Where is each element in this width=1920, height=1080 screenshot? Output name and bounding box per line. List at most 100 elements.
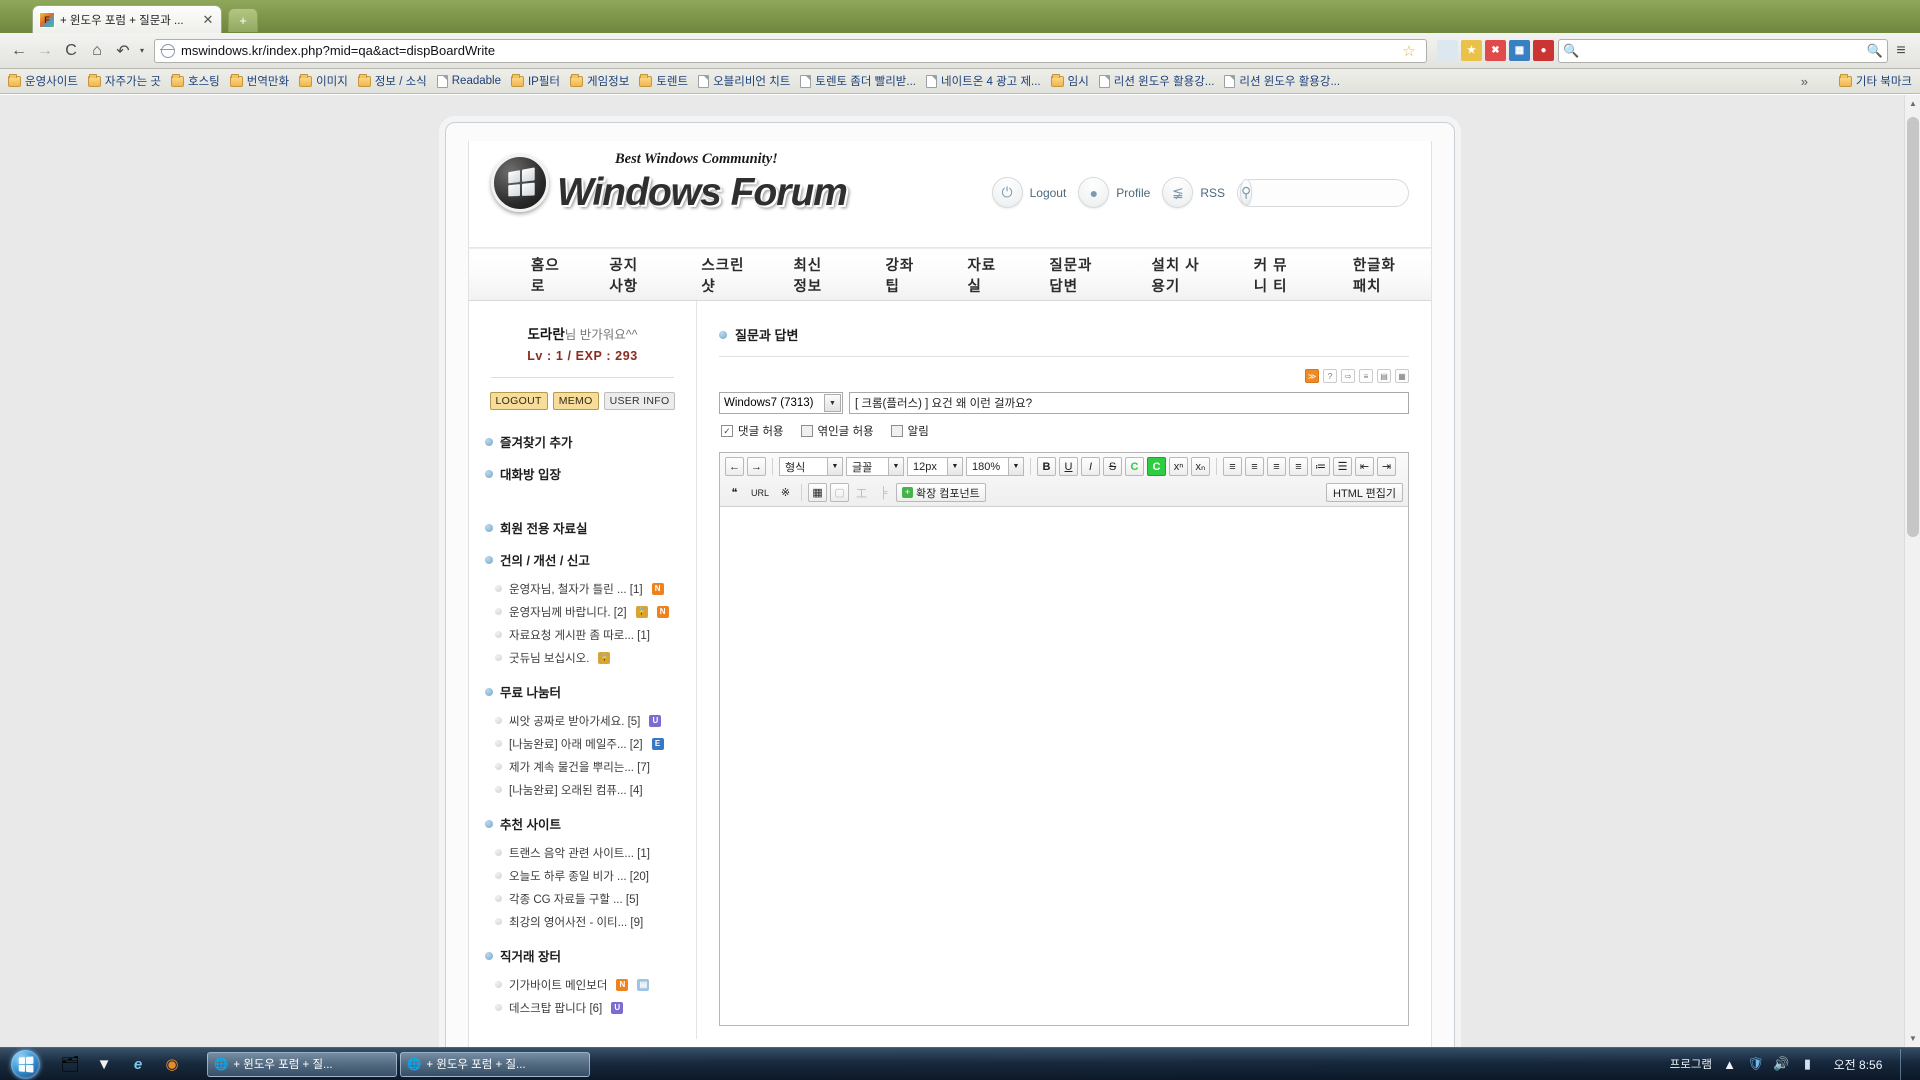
explorer-icon[interactable]: 🗂 (59, 1053, 81, 1075)
unordered-list-icon[interactable]: ☰ (1333, 457, 1352, 476)
chevron-down-icon[interactable]: ▼ (824, 394, 841, 412)
nav-item-community[interactable]: 커 뮤 니 티 (1230, 254, 1329, 296)
align-justify-icon[interactable]: ≡ (1289, 457, 1308, 476)
bookmark-item[interactable]: 리션 윈도우 활용강... (1220, 71, 1346, 91)
site-search-input[interactable] (1252, 184, 1418, 201)
line-height-select[interactable]: 180% ▼ (966, 457, 1024, 476)
chevron-down-icon[interactable]: ▼ (827, 458, 842, 475)
blockquote-icon[interactable]: ❝ (725, 483, 744, 502)
extension-star-icon[interactable]: ★ (1461, 40, 1482, 61)
format-select[interactable]: 형식 ▼ (779, 457, 843, 476)
list-item[interactable]: 오늘도 하루 종일 비가 ... [20] (483, 864, 682, 887)
scroll-up-icon[interactable]: ▲ (1905, 95, 1920, 112)
firefox-icon[interactable]: ◉ (161, 1053, 183, 1075)
list-item[interactable]: 각종 CG 자료들 구할 ... [5] (483, 887, 682, 910)
nav-item-news[interactable]: 최신 정보 (769, 254, 861, 296)
forward-icon[interactable]: → (32, 38, 58, 64)
nav-item-notice[interactable]: 공지 사항 (585, 254, 677, 296)
volume-icon[interactable]: 🔊 (1773, 1056, 1790, 1073)
sidebar-section-title[interactable]: 건의 / 개선 / 신고 (485, 550, 682, 569)
list-item[interactable]: 기가바이트 메인보더 N ▤ (483, 973, 682, 996)
logout-action[interactable]: ⏻ Logout (991, 177, 1066, 208)
extension-red-icon[interactable]: ● (1533, 40, 1554, 61)
list-item[interactable]: 데스크탑 팝니다 [6] U (483, 996, 682, 1019)
browser-menu-icon[interactable]: ≡ (1888, 38, 1914, 64)
list-item[interactable]: 제가 계속 물건을 뿌리는... [7] (483, 755, 682, 778)
bookmark-item[interactable]: 임시 (1047, 71, 1095, 91)
list-item[interactable]: 씨앗 공짜로 받아가세요. [5] U (483, 709, 682, 732)
show-desktop-button[interactable] (1900, 1048, 1912, 1080)
bold-icon[interactable]: B (1037, 457, 1056, 476)
unknown-app-icon[interactable]: ▼ (93, 1053, 115, 1075)
superscript-icon[interactable]: xⁿ (1169, 457, 1188, 476)
html-editor-button[interactable]: HTML 편집기 (1326, 483, 1403, 502)
close-icon[interactable]: ✕ (201, 12, 215, 28)
list-view-icon[interactable]: ≡ (1359, 369, 1373, 383)
taskbar-window-button[interactable]: 🌐 + 윈도우 포럼 + 질... (207, 1051, 397, 1077)
checkbox-icon[interactable] (890, 425, 903, 437)
rss-icon[interactable]: ≫ (1305, 369, 1319, 383)
bookmark-item[interactable]: 게임정보 (566, 71, 635, 91)
list-item[interactable]: 굿듀님 보십시오. 🔒 (483, 646, 682, 669)
bookmark-item[interactable]: 오블리비언 치트 (694, 71, 796, 91)
back-icon[interactable]: ← (6, 38, 32, 64)
scrollbar-thumb[interactable] (1907, 117, 1919, 537)
insert-table-icon[interactable]: ▦ (808, 483, 828, 502)
sidebar-item-enter-chat[interactable]: 대화방 입장 (485, 464, 682, 483)
chevron-down-icon[interactable]: ▾ (136, 38, 148, 64)
chevron-up-icon[interactable]: ▲ (1721, 1056, 1738, 1073)
sidebar-section-title[interactable]: 직거래 장터 (485, 946, 682, 965)
logout-button[interactable]: LOGOUT (489, 392, 548, 410)
search-submit-icon[interactable]: 🔍 (1867, 43, 1883, 59)
list-item[interactable]: 트랜스 음악 관련 사이트... [1] (483, 841, 682, 864)
browser-tab[interactable]: F + 윈도우 포럼 + 질문과 ... ✕ (32, 5, 222, 33)
help-icon[interactable]: ? (1323, 369, 1337, 383)
nav-item-tips[interactable]: 강좌 팁 (862, 254, 944, 296)
list-item[interactable]: 운영자님, 철자가 틀린 ... [1] N (483, 577, 682, 600)
search-input[interactable]: 🔍 🔍 (1558, 38, 1888, 63)
network-icon[interactable]: ▮ (1799, 1056, 1816, 1073)
bookmark-item[interactable]: Readable (433, 73, 507, 90)
align-center-icon[interactable]: ≡ (1245, 457, 1264, 476)
extension-blue-icon[interactable]: ▦ (1509, 40, 1530, 61)
list-item[interactable]: 자료요청 게시판 좀 따로... [1] (483, 623, 682, 646)
address-bar[interactable]: mswindows.kr /index.php?mid=qa&act=dispB… (154, 38, 1427, 63)
ordered-list-icon[interactable]: ≔ (1311, 457, 1330, 476)
new-tab-button[interactable]: + (228, 8, 258, 32)
history-icon[interactable]: ↶ (110, 38, 136, 64)
font-select[interactable]: 글꼴 ▼ (846, 457, 904, 476)
notify-checkbox[interactable]: 알림 (890, 423, 929, 439)
list-item[interactable]: 운영자님께 바랍니다. [2] 🔒 N (483, 600, 682, 623)
bookmarks-overflow-icon[interactable]: » (1801, 74, 1808, 89)
bookmark-item[interactable]: 토렌트 (635, 71, 694, 91)
nav-item-screenshot[interactable]: 스크린 샷 (677, 254, 769, 296)
extension-puzzle-icon[interactable]: ✖ (1485, 40, 1506, 61)
undo-icon[interactable]: ← (725, 457, 744, 476)
bookmark-item[interactable]: 운영사이트 (4, 71, 84, 91)
nav-item-korean-patch[interactable]: 한글화 패치 (1329, 254, 1431, 296)
font-color-icon[interactable]: C (1125, 457, 1144, 476)
nav-item-home[interactable]: 홈으로 (507, 254, 585, 296)
url-icon[interactable]: URL (747, 483, 773, 502)
checkbox-icon[interactable] (800, 425, 813, 437)
redo-icon[interactable]: → (747, 457, 766, 476)
align-left-icon[interactable]: ≡ (1223, 457, 1242, 476)
gallery-view-icon[interactable]: ▦ (1395, 369, 1409, 383)
page-scrollbar[interactable]: ▲ ▼ (1904, 95, 1920, 1047)
post-title-input[interactable]: [ 크롬(플러스) ] 요건 왜 이런 걸까요? (849, 392, 1409, 414)
outdent-icon[interactable]: ⇤ (1355, 457, 1374, 476)
bookmark-item[interactable]: 번역만화 (226, 71, 295, 91)
nav-item-install-reviews[interactable]: 설치 사용기 (1128, 254, 1230, 296)
extension-chrome-icon[interactable] (1437, 40, 1458, 61)
special-character-icon[interactable]: ※ (776, 483, 795, 502)
sidebar-section-title[interactable]: 추천 사이트 (485, 814, 682, 833)
start-button[interactable] (3, 1049, 47, 1080)
indent-icon[interactable]: ⇥ (1377, 457, 1396, 476)
profile-action[interactable]: ● Profile (1078, 177, 1150, 208)
bookmark-item[interactable]: 네이트온 4 광고 제... (922, 71, 1047, 91)
list-item[interactable]: 최강의 영어사전 - 이티... [9] (483, 910, 682, 933)
site-logo[interactable]: Best Windows Community! Windows Forum (491, 151, 848, 212)
strikethrough-icon[interactable]: S (1103, 457, 1122, 476)
underline-icon[interactable]: U (1059, 457, 1078, 476)
sidebar-section-title[interactable]: 회원 전용 자료실 (485, 518, 682, 537)
